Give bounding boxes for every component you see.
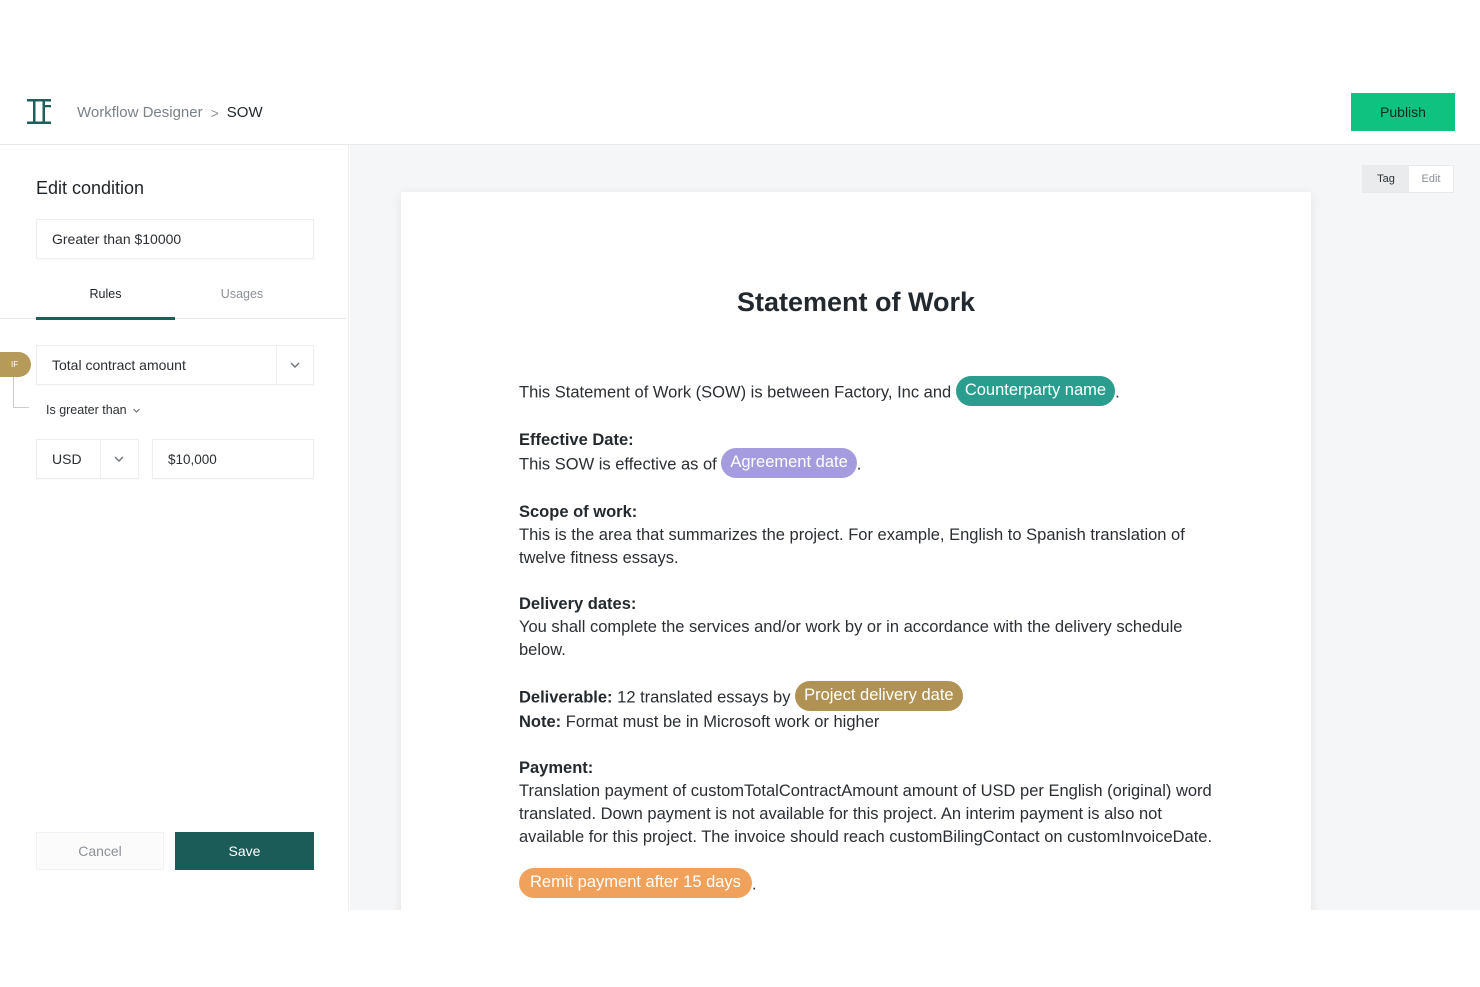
chevron-down-icon[interactable]	[113, 453, 125, 465]
currency-select[interactable]: USD	[36, 439, 139, 479]
save-button[interactable]: Save	[175, 832, 314, 870]
intro-paragraph: This Statement of Work (SOW) is between …	[519, 376, 1219, 406]
breadcrumb-workflow-designer[interactable]: Workflow Designer	[77, 104, 203, 121]
edit-condition-panel: Edit condition Greater than $10000 Rules…	[0, 145, 349, 910]
breadcrumb-separator-icon: >	[210, 104, 219, 121]
panel-tabs: Rules Usages	[36, 283, 346, 320]
amount-input[interactable]: $10,000	[152, 439, 314, 479]
intro-text: This Statement of Work (SOW) is between …	[519, 383, 952, 402]
period: .	[1115, 383, 1120, 402]
app-logo-icon[interactable]	[27, 99, 51, 124]
delivery-section: Delivery dates: You shall complete the s…	[519, 593, 1219, 662]
publish-button[interactable]: Publish	[1351, 93, 1455, 131]
period: .	[751, 875, 757, 894]
operator-value: Is greater than	[46, 403, 127, 417]
delivery-heading: Delivery dates:	[519, 595, 637, 613]
project-delivery-date-tag[interactable]: Project delivery date	[795, 681, 963, 711]
field-select-value: Total contract amount	[52, 357, 186, 373]
breadcrumb-current: SOW	[226, 104, 263, 121]
chevron-down-icon[interactable]	[289, 359, 301, 371]
mode-edit-button[interactable]: Edit	[1409, 166, 1453, 192]
mode-tag-button[interactable]: Tag	[1363, 166, 1409, 192]
select-divider	[100, 440, 101, 478]
condition-name-input[interactable]: Greater than $10000	[36, 219, 314, 259]
tab-rules[interactable]: Rules	[36, 283, 175, 320]
chevron-down-icon	[132, 408, 140, 413]
mode-toggle: Tag Edit	[1362, 165, 1454, 193]
scope-text: This is the area that summarizes the pro…	[519, 526, 1185, 567]
app-window: Workflow Designer > SOW Publish Edit con…	[0, 78, 1480, 910]
breadcrumb: Workflow Designer > SOW	[77, 104, 263, 121]
document-body: This Statement of Work (SOW) is between …	[519, 376, 1219, 910]
payment-text: Translation payment of customTotalContra…	[519, 782, 1213, 846]
rule-connector	[13, 377, 29, 408]
deliverable-section: Deliverable: 12 translated essays by Pro…	[519, 681, 1219, 734]
operator-dropdown[interactable]: Is greater than	[46, 403, 141, 417]
agreement-date-tag[interactable]: Agreement date	[721, 448, 857, 478]
effective-date-heading: Effective Date:	[519, 431, 634, 449]
effective-date-text: This SOW is effective as of	[519, 455, 717, 474]
if-badge: IF	[0, 352, 31, 377]
tab-usages[interactable]: Usages	[175, 283, 309, 319]
scope-section: Scope of work: This is the area that sum…	[519, 501, 1219, 570]
note-text: Format must be in Microsoft work or high…	[565, 713, 880, 731]
deliverable-label: Deliverable:	[519, 688, 613, 707]
deliverable-text: 12 translated essays by	[617, 688, 791, 707]
document-title: Statement of Work	[736, 287, 976, 317]
scope-heading: Scope of work:	[519, 503, 638, 521]
document-page: Statement of Work This Statement of Work…	[401, 192, 1311, 910]
payment-heading: Payment:	[519, 759, 594, 777]
tabs-divider	[0, 318, 36, 319]
document-canvas[interactable]: Tag Edit Statement of Work This Statemen…	[350, 145, 1480, 910]
panel-title: Edit condition	[36, 178, 145, 198]
field-select[interactable]: Total contract amount	[36, 345, 314, 385]
bottom-margin	[0, 910, 1480, 987]
payment-section: Payment: Translation payment of customTo…	[519, 757, 1219, 849]
period: .	[856, 455, 862, 474]
delivery-text: You shall complete the services and/or w…	[519, 618, 1183, 659]
cancel-button[interactable]: Cancel	[36, 832, 164, 870]
select-divider	[276, 346, 277, 384]
currency-value: USD	[52, 451, 82, 467]
remit-payment-tag[interactable]: Remit payment after 15 days	[519, 868, 752, 898]
top-header: Workflow Designer > SOW Publish	[0, 78, 1480, 145]
effective-date-section: Effective Date: This SOW is effective as…	[519, 429, 1219, 478]
counterparty-name-tag[interactable]: Counterparty name	[955, 376, 1116, 406]
note-label: Note:	[519, 713, 562, 731]
remit-section: Remit payment after 15 days.	[519, 868, 1219, 898]
